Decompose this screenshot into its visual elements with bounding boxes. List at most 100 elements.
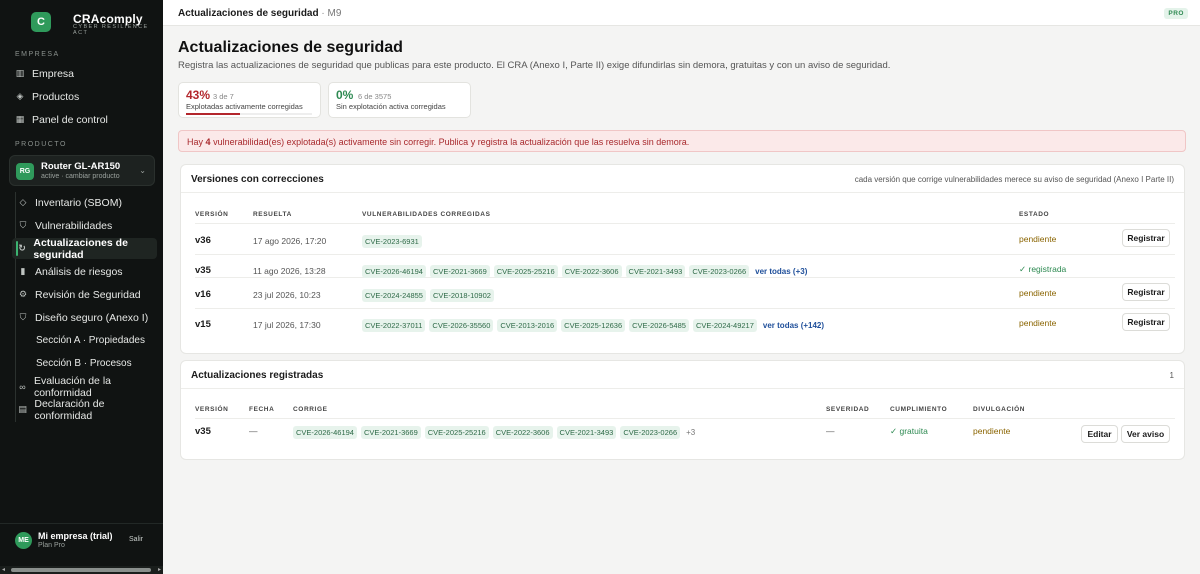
building-icon: ▥ bbox=[15, 68, 25, 78]
cve-chip[interactable]: CVE-2026-35560 bbox=[429, 319, 494, 332]
cve-chip[interactable]: CVE-2024-24855 bbox=[362, 289, 426, 302]
scroll-left-icon[interactable]: ◂ bbox=[2, 566, 5, 574]
card-title: Actualizaciones registradas bbox=[191, 370, 324, 381]
cve-chip[interactable]: CVE-2025-12636 bbox=[561, 319, 626, 332]
sidebar-item-6[interactable]: Sección A · Propiedades bbox=[30, 330, 156, 351]
cve-chip[interactable]: CVE-2026-46194 bbox=[293, 426, 357, 439]
gear-icon: ⚙ bbox=[18, 289, 28, 299]
sidebar-item-0[interactable]: ◇ Inventario (SBOM) bbox=[12, 192, 157, 213]
sidebar-item-2[interactable]: ↻ Actualizaciones de seguridad bbox=[12, 237, 157, 261]
sidebar-item-label: Declaración de conformidad bbox=[34, 397, 105, 422]
th-compliance: CUMPLIMIENTO bbox=[890, 406, 948, 413]
cve-chip[interactable]: CVE-2025-25216 bbox=[493, 265, 558, 278]
alert-count: 4 bbox=[205, 137, 211, 147]
cve-chip[interactable]: CVE-2024-49217 bbox=[692, 319, 757, 332]
user-name: Mi empresa (trial) bbox=[38, 531, 113, 541]
view-all-link[interactable]: ver todas (+142) bbox=[763, 321, 824, 330]
avatar[interactable]: ME bbox=[15, 532, 32, 549]
th-version: VERSIÓN bbox=[195, 406, 229, 413]
cve-list: CVE-2026-46194 CVE-2021-3669 CVE-2025-2521… bbox=[362, 265, 807, 278]
cve-list: CVE-2026-46194 CVE-2021-3669 CVE-2025-2521… bbox=[293, 426, 695, 439]
stat-detail: 6 de 3575 bbox=[358, 92, 392, 101]
resolved-date: 11 ago 2026, 13:28 bbox=[253, 266, 326, 276]
cve-chip[interactable]: CVE-2026-46194 bbox=[362, 265, 426, 278]
resolved-date: 23 jul 2026, 10:23 bbox=[253, 290, 321, 300]
row-divider bbox=[195, 308, 1175, 309]
th-vulns: VULNERABILIDADES CORREGIDAS bbox=[362, 211, 491, 218]
edit-button[interactable]: Editar bbox=[1081, 425, 1118, 443]
cve-chip[interactable]: CVE-2013-2016 bbox=[497, 319, 558, 332]
product-switcher[interactable]: RG Router GL-AR150 active · cambiar prod… bbox=[9, 155, 155, 186]
cve-chip[interactable]: CVE-2018-10902 bbox=[429, 289, 494, 302]
scroll-right-icon[interactable]: ▸ bbox=[158, 566, 161, 574]
version-number: v16 bbox=[195, 289, 211, 300]
topbar: Actualizaciones de seguridad · M9 PRO bbox=[163, 0, 1200, 26]
cve-chip[interactable]: CVE-2021-3669 bbox=[429, 265, 490, 278]
cve-chip[interactable]: CVE-2023-6931 bbox=[362, 235, 422, 248]
cve-chip[interactable]: CVE-2022-37011 bbox=[362, 319, 426, 332]
sidebar-item-label: Sección A · Propiedades bbox=[36, 335, 145, 346]
stat-non-exploited: 0% 6 de 3575 Sin explotación activa corr… bbox=[328, 82, 471, 118]
stat-exploited: 43% 3 de 7 Explotadas activamente correg… bbox=[178, 82, 321, 118]
register-button[interactable]: Registrar bbox=[1122, 313, 1170, 331]
sidebar-item-1[interactable]: ⛉ Vulnerabilidades bbox=[12, 215, 157, 236]
alert-text: vulnerabilidad(es) explotada(s) activame… bbox=[213, 137, 690, 147]
stat-value: 43% bbox=[186, 88, 211, 102]
disclosure-value: pendiente bbox=[973, 426, 1011, 436]
sidebar-item-8[interactable]: ∞ Evaluación de la conformidad bbox=[12, 374, 157, 399]
doc-icon: ▤ bbox=[18, 404, 27, 414]
sidebar-item-label: Productos bbox=[32, 90, 80, 103]
update-date: — bbox=[249, 426, 258, 436]
version-number: v35 bbox=[195, 265, 211, 276]
sidebar-item-4[interactable]: ⚙ Revisión de Seguridad bbox=[12, 284, 157, 305]
stat-caption: Explotadas activamente corregidas bbox=[186, 102, 303, 111]
breadcrumb-separator: · bbox=[321, 8, 325, 19]
sidebar-item-5[interactable]: ⛉ Diseño seguro (Anexo I) bbox=[12, 307, 157, 328]
state-label: pendiente bbox=[1019, 234, 1057, 244]
product-name: Router GL-AR150 bbox=[41, 161, 121, 172]
sidebar-item-label: Diseño seguro (Anexo I) bbox=[35, 311, 149, 324]
version-number: v15 bbox=[195, 319, 211, 330]
sidebar-item-9[interactable]: ▤ Declaración de conformidad bbox=[12, 397, 157, 422]
product-badge: RG bbox=[16, 163, 34, 180]
sidebar-item-3[interactable]: ▮ Análisis de riesgos bbox=[12, 261, 157, 282]
cve-list: CVE-2022-37011 CVE-2026-35560 CVE-2013-201… bbox=[362, 319, 824, 332]
sidebar: C CRAcomply CYBER RESILIENCE ACT EMPRESA… bbox=[0, 0, 163, 574]
stat-detail: 3 de 7 bbox=[213, 92, 234, 101]
brand-logo-icon[interactable]: C bbox=[31, 12, 51, 32]
sidebar-item-panel-de-control[interactable]: ▦ Panel de control bbox=[9, 109, 157, 130]
severity-value: — bbox=[826, 426, 835, 436]
cve-chip[interactable]: CVE-2021-3669 bbox=[360, 426, 421, 439]
cve-chip[interactable]: CVE-2021-3493 bbox=[625, 265, 686, 278]
sidebar-item-label: Panel de control bbox=[32, 113, 108, 126]
register-button[interactable]: Registrar bbox=[1122, 229, 1170, 247]
cve-chip[interactable]: CVE-2026-5485 bbox=[629, 319, 689, 332]
sidebar-item-empresa[interactable]: ▥ Empresa bbox=[9, 63, 157, 84]
product-status: active · cambiar producto bbox=[41, 173, 120, 180]
sidebar-item-7[interactable]: Sección B · Procesos bbox=[30, 353, 156, 374]
view-all-link[interactable]: ver todas (+3) bbox=[755, 267, 807, 276]
card-header: Versiones con correcciones cada versión … bbox=[181, 165, 1184, 193]
cve-chip[interactable]: CVE-2023-0266 bbox=[620, 426, 681, 439]
state-label: ✓ registrada bbox=[1019, 264, 1067, 274]
cve-chip[interactable]: CVE-2025-25216 bbox=[424, 426, 489, 439]
user-area: ME Mi empresa (trial) Plan Pro Salir bbox=[0, 523, 163, 559]
breadcrumb: Actualizaciones de seguridad · M9 bbox=[178, 8, 341, 19]
resolved-date: 17 ago 2026, 17:20 bbox=[253, 236, 327, 246]
refresh-icon: ↻ bbox=[18, 243, 26, 253]
horizontal-scrollbar[interactable]: ◂ ▸ bbox=[0, 566, 163, 574]
stat-caption: Sin explotación activa corregidas bbox=[336, 102, 446, 111]
cve-chip[interactable]: CVE-2023-0266 bbox=[689, 265, 750, 278]
logout-button[interactable]: Salir bbox=[129, 536, 143, 543]
scroll-thumb[interactable] bbox=[11, 568, 151, 572]
more-count: +3 bbox=[686, 428, 696, 437]
sidebar-item-productos[interactable]: ◈ Productos bbox=[9, 86, 157, 107]
register-button[interactable]: Registrar bbox=[1122, 283, 1170, 301]
sidebar-item-label: Evaluación de la conformidad bbox=[33, 374, 111, 399]
version-number: v36 bbox=[195, 235, 211, 246]
cve-chip[interactable]: CVE-2021-3493 bbox=[556, 426, 617, 439]
cve-chip[interactable]: CVE-2022-3606 bbox=[561, 265, 622, 278]
view-notice-button[interactable]: Ver aviso bbox=[1121, 425, 1170, 443]
cve-chip[interactable]: CVE-2022-3606 bbox=[492, 426, 553, 439]
th-version: VERSIÓN bbox=[195, 211, 229, 218]
